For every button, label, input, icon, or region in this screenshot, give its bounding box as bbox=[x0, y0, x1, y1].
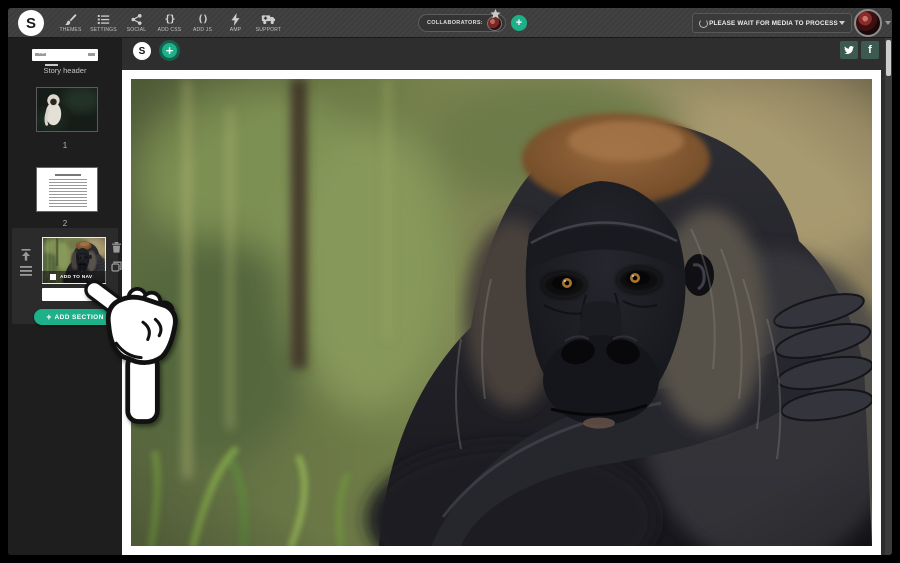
star-icon bbox=[490, 8, 501, 19]
app-window: S THEMES SETTINGS SOCIAL {} ADD CSS () A… bbox=[8, 8, 892, 555]
nav-support[interactable]: SUPPORT bbox=[252, 8, 285, 38]
ambulance-icon bbox=[261, 13, 276, 26]
user-menu-chevron-icon[interactable] bbox=[885, 21, 891, 25]
lightning-icon bbox=[230, 13, 241, 26]
nav-add-js[interactable]: () ADD JS bbox=[186, 8, 219, 38]
sections-sidebar: Story header The wisdom of our elders 1 … bbox=[8, 38, 122, 555]
nav-amp[interactable]: AMP bbox=[219, 8, 252, 38]
status-text: PLEASE WAIT FOR MEDIA TO PROCESS bbox=[709, 19, 838, 27]
nav-label: THEMES bbox=[59, 27, 82, 33]
collaborators-group: COLLABORATORS: + bbox=[418, 8, 527, 32]
add-to-nav-label: ADD TO NAV bbox=[60, 274, 93, 280]
plus-icon: + bbox=[46, 311, 52, 322]
nav-social[interactable]: SOCIAL bbox=[120, 8, 153, 38]
section-2-number: 2 bbox=[62, 219, 68, 228]
text-lines bbox=[49, 179, 87, 207]
canvas-add-button[interactable]: + bbox=[159, 40, 180, 61]
braces-icon: {} bbox=[164, 14, 175, 25]
section-thumbnail-1[interactable] bbox=[36, 87, 98, 132]
twitter-icon bbox=[844, 46, 854, 55]
section-1-subtitle-bar bbox=[45, 64, 58, 66]
spinner-icon bbox=[699, 18, 708, 28]
add-section-button[interactable]: + ADD SECTION bbox=[34, 309, 116, 325]
section-thumbnail-2[interactable] bbox=[36, 167, 98, 212]
collaborators-pill[interactable]: COLLABORATORS: bbox=[418, 8, 506, 32]
collaborators-label: COLLABORATORS: bbox=[427, 20, 483, 26]
drag-handle-icon[interactable] bbox=[20, 266, 32, 276]
brush-icon bbox=[64, 13, 77, 26]
nav-label: ADD JS bbox=[193, 27, 212, 33]
nav-label: AMP bbox=[229, 27, 242, 33]
duplicate-icon[interactable] bbox=[111, 261, 122, 272]
scrollbar-thumb[interactable] bbox=[886, 40, 891, 76]
add-to-nav-row: ADD TO NAV bbox=[42, 271, 106, 283]
editor-canvas-area: S + f bbox=[122, 38, 892, 555]
text-heading-bar bbox=[55, 174, 81, 176]
top-toolbar: S THEMES SETTINGS SOCIAL {} ADD CSS () A… bbox=[8, 8, 892, 38]
section-1-number: 1 bbox=[62, 141, 68, 150]
nav-add-css[interactable]: {} ADD CSS bbox=[153, 8, 186, 38]
story-header-label: Story header bbox=[43, 66, 87, 75]
canvas-logo: S bbox=[133, 42, 151, 60]
section-1-title: The wisdom of our elders bbox=[35, 51, 68, 66]
nav-label: SOCIAL bbox=[126, 27, 147, 33]
add-collaborator-button[interactable]: + bbox=[510, 15, 527, 31]
nav-settings[interactable]: SETTINGS bbox=[87, 8, 120, 38]
twitter-share-button[interactable] bbox=[840, 41, 858, 59]
parens-icon: () bbox=[197, 14, 208, 25]
list-icon bbox=[97, 13, 110, 26]
nav-themes[interactable]: THEMES bbox=[54, 8, 87, 38]
section-name-input[interactable] bbox=[42, 288, 106, 301]
collaborator-avatar[interactable] bbox=[486, 8, 502, 31]
toolbar-nav: THEMES SETTINGS SOCIAL {} ADD CSS () ADD… bbox=[54, 8, 285, 38]
move-up-icon[interactable] bbox=[20, 249, 32, 261]
facebook-icon: f bbox=[868, 44, 872, 56]
facebook-share-button[interactable]: f bbox=[861, 41, 879, 59]
vertical-scrollbar[interactable] bbox=[885, 38, 892, 555]
user-avatar[interactable] bbox=[854, 9, 882, 37]
story-page-canvas[interactable] bbox=[122, 70, 881, 555]
add-to-nav-checkbox[interactable] bbox=[50, 274, 56, 280]
share-icon bbox=[130, 13, 143, 26]
chevron-down-icon bbox=[839, 21, 845, 25]
nav-label: ADD CSS bbox=[157, 27, 182, 33]
field-text-right bbox=[88, 53, 95, 56]
status-dropdown[interactable]: PLEASE WAIT FOR MEDIA TO PROCESS bbox=[692, 13, 852, 33]
trash-icon[interactable] bbox=[111, 241, 122, 253]
nav-label: SUPPORT bbox=[255, 27, 282, 33]
gorilla-hero-image bbox=[131, 79, 872, 546]
app-logo[interactable]: S bbox=[18, 10, 44, 36]
nav-label: SETTINGS bbox=[90, 27, 117, 33]
